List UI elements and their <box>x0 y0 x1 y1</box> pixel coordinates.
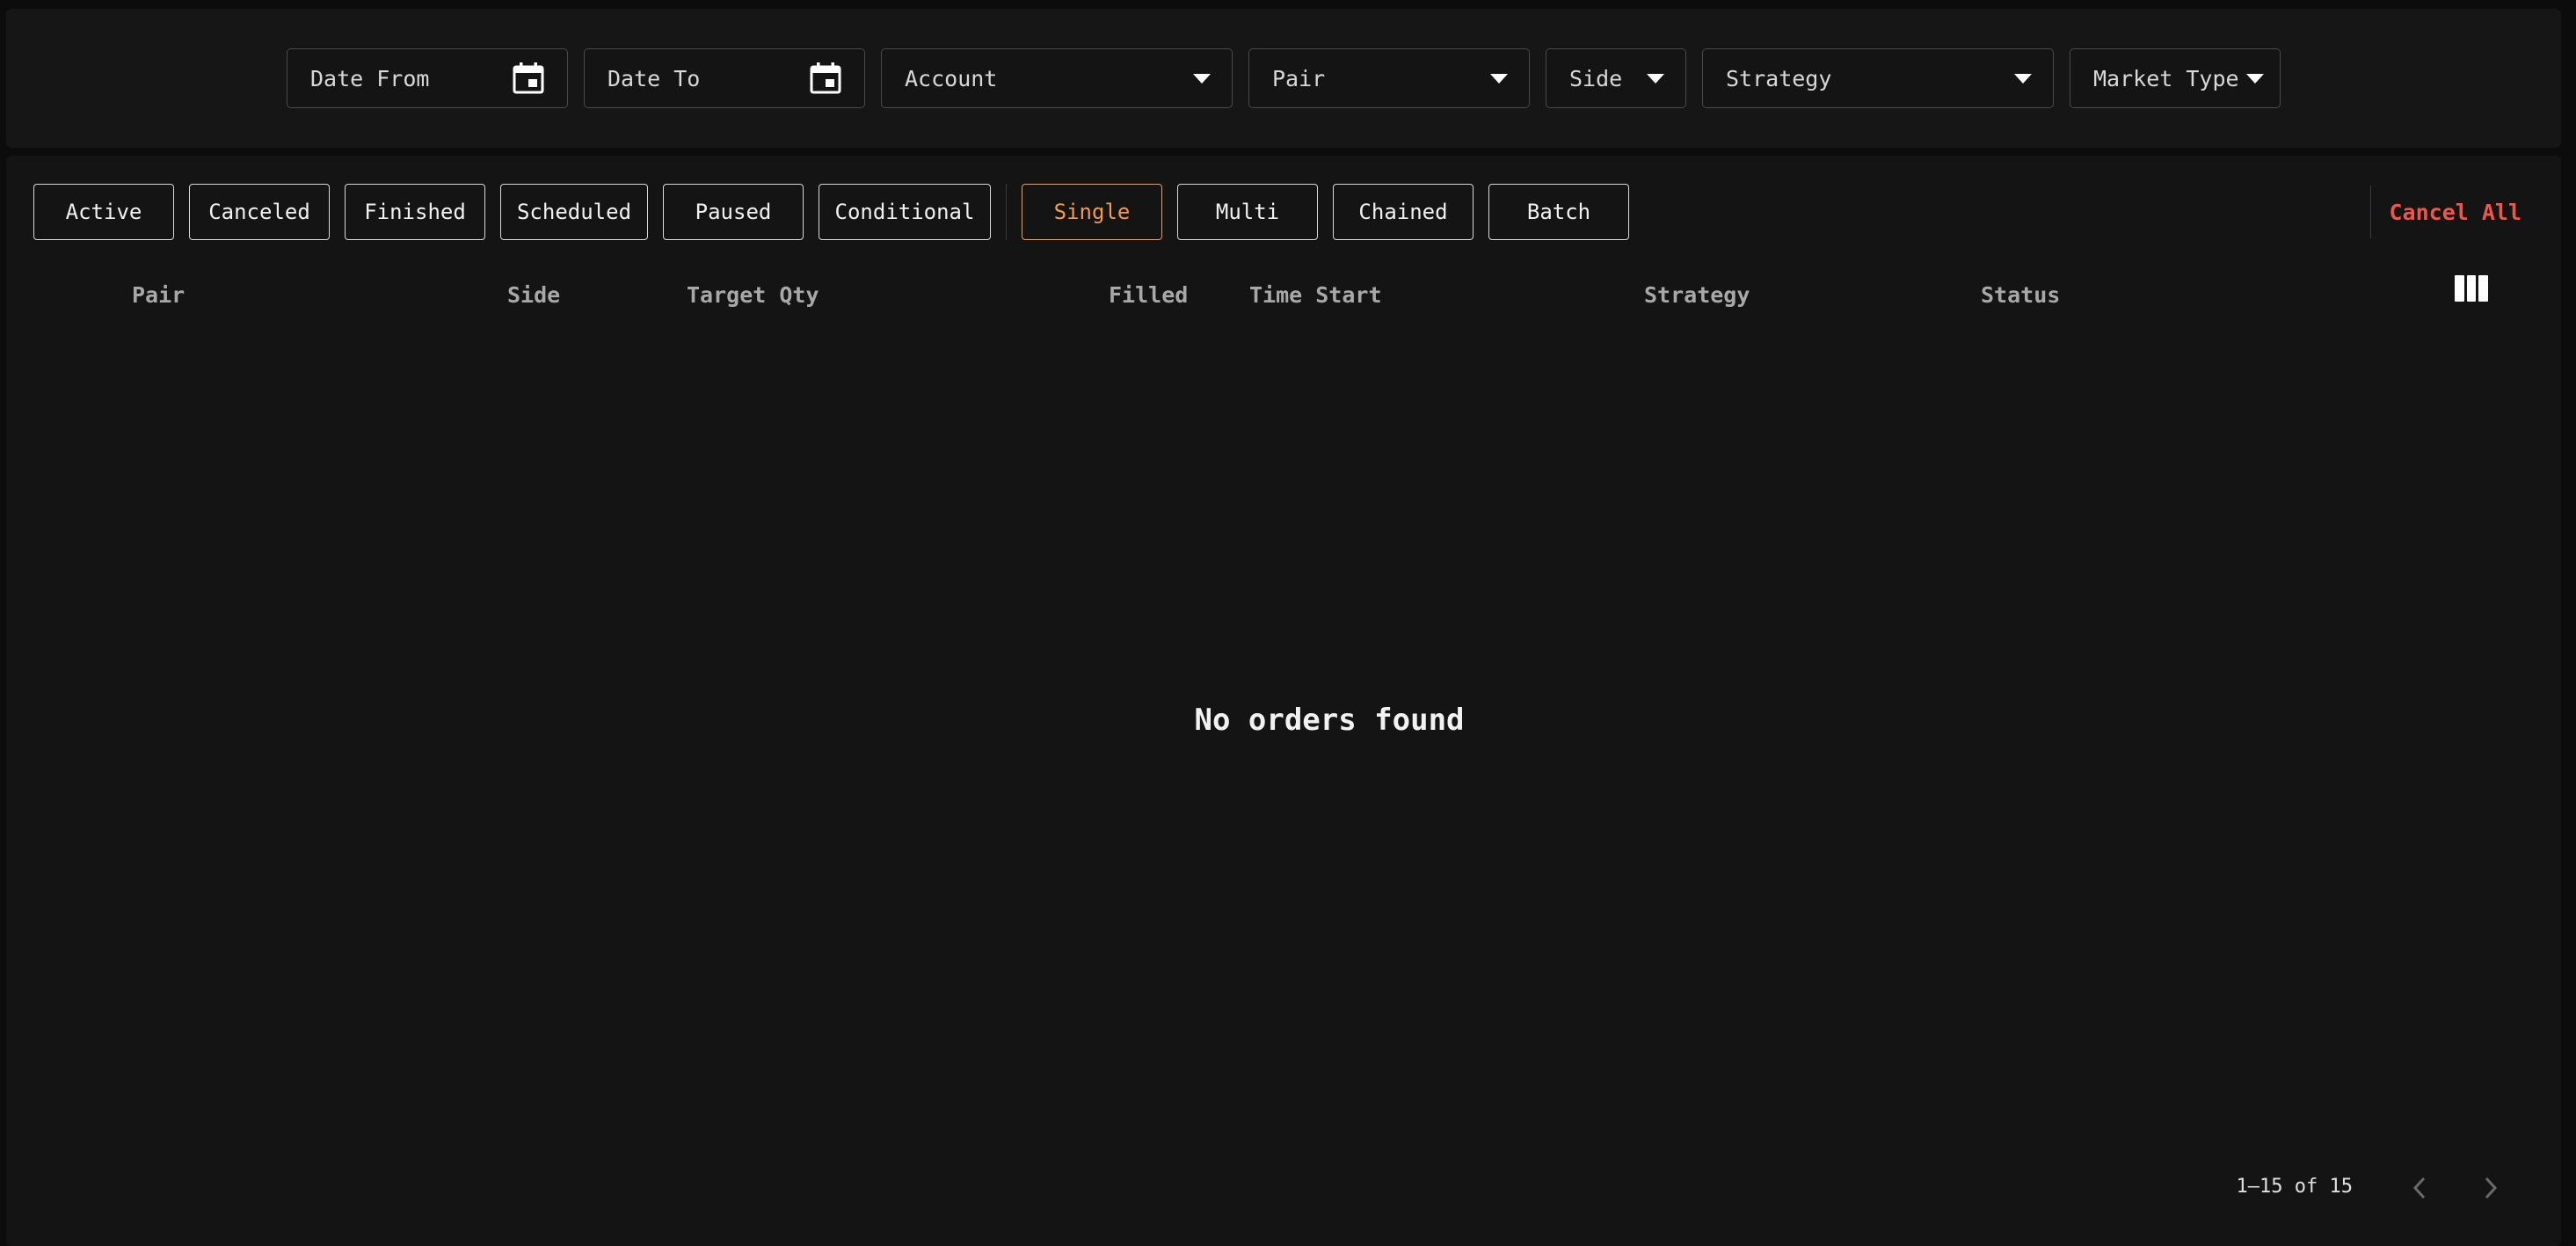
cancel-all-button[interactable]: Cancel All <box>2389 200 2521 225</box>
column-header-side[interactable]: Side <box>507 282 560 308</box>
tab-single[interactable]: Single <box>1022 184 1162 240</box>
strategy-select[interactable]: Strategy <box>1702 48 2054 108</box>
pair-label: Pair <box>1272 65 1326 91</box>
column-header-target-qty[interactable]: Target Qty <box>687 282 819 308</box>
order-tabs: Active Canceled Finished Scheduled Pause… <box>33 184 1644 240</box>
date-to-field[interactable]: Date To <box>584 48 865 108</box>
table-header: Pair Side Target Qty Filled Time Start S… <box>6 275 2561 319</box>
chevron-right-icon[interactable] <box>2475 1172 2507 1204</box>
market-type-label: Market Type <box>2093 65 2239 91</box>
tab-scheduled[interactable]: Scheduled <box>500 184 648 240</box>
pagination: 1–15 of 15 <box>2121 1167 2561 1211</box>
caret-down-icon <box>1193 73 1211 84</box>
chevron-left-icon[interactable] <box>2404 1172 2435 1204</box>
column-header-status[interactable]: Status <box>1981 282 2060 308</box>
column-header-pair[interactable]: Pair <box>132 282 185 308</box>
column-header-time-start[interactable]: Time Start <box>1249 282 1382 308</box>
date-from-label: Date From <box>310 65 430 91</box>
empty-message: No orders found <box>1194 703 1465 738</box>
caret-down-icon <box>1647 73 1664 84</box>
caret-down-icon <box>2246 73 2264 84</box>
side-label: Side <box>1569 65 1623 91</box>
date-from-field[interactable]: Date From <box>287 48 568 108</box>
tab-chained[interactable]: Chained <box>1333 184 1474 240</box>
filter-bar: Date From Date To Account Pair Side Stra… <box>6 9 2561 148</box>
orders-panel: Active Canceled Finished Scheduled Pause… <box>6 156 2561 1246</box>
calendar-icon[interactable] <box>808 61 843 96</box>
pagination-range: 1–15 of 15 <box>2236 1176 2353 1198</box>
tab-canceled[interactable]: Canceled <box>189 184 330 240</box>
tab-multi[interactable]: Multi <box>1177 184 1318 240</box>
empty-state: No orders found <box>6 703 2561 738</box>
cancel-all-area: Cancel All <box>2370 184 2521 240</box>
divider <box>2370 186 2372 238</box>
columns-icon[interactable] <box>2455 275 2489 302</box>
account-label: Account <box>905 65 998 91</box>
tab-divider <box>1006 184 1007 240</box>
market-type-select[interactable]: Market Type <box>2070 48 2281 108</box>
side-select[interactable]: Side <box>1546 48 1686 108</box>
account-select[interactable]: Account <box>881 48 1233 108</box>
calendar-icon[interactable] <box>511 61 546 96</box>
caret-down-icon <box>2014 73 2032 84</box>
strategy-label: Strategy <box>1726 65 1832 91</box>
tab-finished[interactable]: Finished <box>345 184 485 240</box>
tab-batch[interactable]: Batch <box>1488 184 1629 240</box>
tab-active[interactable]: Active <box>33 184 174 240</box>
column-header-filled[interactable]: Filled <box>1109 282 1188 308</box>
column-header-strategy[interactable]: Strategy <box>1644 282 1750 308</box>
caret-down-icon <box>1490 73 1508 84</box>
tab-conditional[interactable]: Conditional <box>819 184 991 240</box>
tab-paused[interactable]: Paused <box>663 184 804 240</box>
date-to-label: Date To <box>608 65 701 91</box>
pair-select[interactable]: Pair <box>1248 48 1530 108</box>
